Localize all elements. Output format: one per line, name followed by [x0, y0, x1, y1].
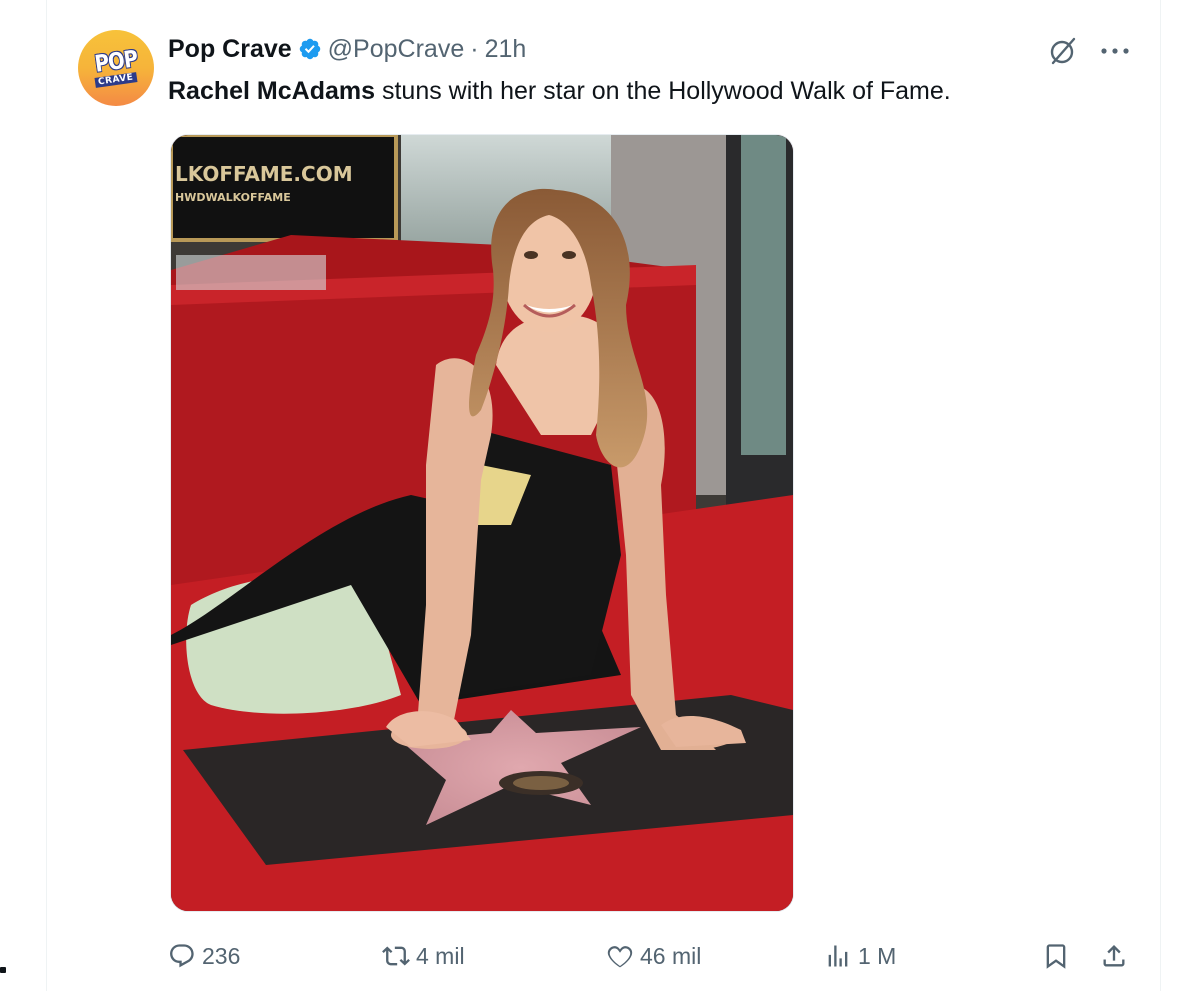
- tweet-text: Rachel McAdams stuns with her star on th…: [168, 74, 951, 108]
- reply-count: 236: [202, 942, 241, 969]
- avatar[interactable]: POP CRAVE: [78, 30, 154, 106]
- timestamp[interactable]: 21h: [485, 35, 527, 64]
- like-button[interactable]: 46 mil: [606, 936, 701, 976]
- tweet-photo[interactable]: LKOFFAME.COM HWDWALKOFFAME: [170, 134, 794, 912]
- share-icon: [1103, 945, 1125, 967]
- retweet-icon: [382, 946, 410, 966]
- more-icon[interactable]: [1098, 34, 1132, 68]
- verified-badge-icon[interactable]: [298, 37, 322, 61]
- photo-scene: LKOFFAME.COM HWDWALKOFFAME: [171, 135, 793, 911]
- like-count: 46 mil: [640, 942, 702, 969]
- reply-button[interactable]: 236: [168, 936, 240, 976]
- grok-icon[interactable]: [1046, 34, 1080, 68]
- like-icon: [607, 946, 633, 968]
- bookmark-button[interactable]: [1042, 936, 1076, 976]
- views-icon: [828, 945, 848, 967]
- sign-text-line1: LKOFFAME.COM: [175, 162, 353, 186]
- action-bar: 236 4 mil 46 mil 1 M: [168, 936, 1133, 976]
- header-separator: ·: [470, 34, 479, 63]
- page: POP CRAVE Pop Crave @PopCrave · 21h Rach…: [0, 0, 1200, 991]
- edge-marker: [0, 967, 6, 973]
- views-button[interactable]: 1 M: [824, 936, 896, 976]
- tweet-header: Pop Crave @PopCrave · 21h: [168, 32, 526, 66]
- author-handle[interactable]: @PopCrave: [328, 35, 465, 64]
- repost-button[interactable]: 4 mil: [382, 936, 465, 976]
- sign-text-line2: HWDWALKOFFAME: [175, 191, 291, 204]
- timeline-border-right: [1160, 0, 1161, 991]
- display-name[interactable]: Pop Crave: [168, 35, 292, 64]
- bookmark-icon: [1046, 944, 1066, 969]
- tweet[interactable]: POP CRAVE Pop Crave @PopCrave · 21h Rach…: [46, 0, 1160, 991]
- repost-count: 4 mil: [416, 942, 465, 969]
- share-button[interactable]: [1100, 936, 1134, 976]
- tweet-text-body: stuns with her star on the Hollywood Wal…: [375, 77, 951, 105]
- reply-icon: [170, 944, 194, 968]
- view-count: 1 M: [858, 942, 897, 969]
- tweet-text-name[interactable]: Rachel McAdams: [168, 77, 375, 105]
